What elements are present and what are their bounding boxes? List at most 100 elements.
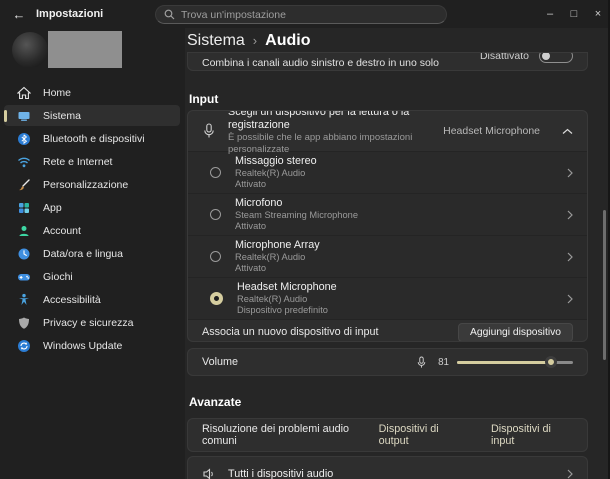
sidebar-item-label: Windows Update [43,339,123,352]
titlebar: ← Impostazioni Trova un'impostazione – □… [0,0,610,28]
scrollbar-thumb[interactable] [603,210,606,360]
back-arrow-icon: ← [12,6,26,22]
accessibility-icon [16,292,31,307]
device-status: Dispositivo predefinito [237,305,328,315]
apps-icon [16,200,31,215]
device-row-missaggio-stereo[interactable]: Missaggio stereo Realtek(R) Audio Attiva… [188,152,587,194]
gaming-icon [16,269,31,284]
sidebar-item-account[interactable]: Account [4,220,180,241]
sidebar-item-sistema[interactable]: Sistema [4,105,180,126]
device-status: Attivato [235,263,267,273]
input-device-picker-header[interactable]: Scegli un dispositivo per la lettura o l… [188,110,587,155]
sidebar-nav: Home Sistema Bluetooth e dispositivi Ret… [0,28,185,479]
sidebar-item-home[interactable]: Home [4,82,180,103]
page-title: Audio [265,32,311,49]
chevron-up-icon[interactable] [562,128,573,135]
radio-button[interactable] [210,292,223,305]
input-device-picker-card: Scegli un dispositivo per la lettura o l… [187,110,588,342]
picker-selected-value: Headset Microphone [443,125,540,137]
settings-window: ← Impostazioni Trova un'impostazione – □… [0,0,610,479]
search-placeholder: Trova un'impostazione [181,8,286,21]
sidebar-item-privacy[interactable]: Privacy e sicurezza [4,312,180,333]
settings-scroll-region[interactable]: Combina i canali audio sinistro e destro… [187,52,590,479]
device-driver: Realtek(R) Audio [235,251,306,262]
sidebar-item-label: Data/ora e lingua [43,247,123,260]
breadcrumb-parent[interactable]: Sistema [187,32,245,50]
radio-button[interactable] [210,209,221,220]
device-driver: Realtek(R) Audio [235,167,306,178]
datetime-icon [16,246,31,261]
sidebar-item-label: Rete e Internet [43,155,113,168]
system-icon [16,108,31,123]
device-status: Attivato [235,179,267,189]
volume-value: 81 [438,356,449,368]
sidebar-item-windows-update[interactable]: Windows Update [4,335,180,356]
slider-thumb[interactable] [544,356,557,368]
chevron-right-icon[interactable] [567,168,573,178]
picker-title: Scegli un dispositivo per la lettura o l… [228,110,410,131]
advanced-section-label: Avanzate [189,395,242,409]
network-icon [16,154,31,169]
device-row-headset-microphone[interactable]: Headset Microphone Realtek(R) Audio Disp… [188,278,587,320]
search-icon [164,9,175,20]
mic-volume-icon [416,356,427,369]
sidebar-item-label: Bluetooth e dispositivi [43,132,145,145]
sidebar-item-label: Account [43,224,81,237]
pair-device-row: Associa un nuovo dispositivo di input Ag… [188,320,587,341]
sidebar-item-label: Giochi [43,270,73,283]
mono-audio-row[interactable]: Combina i canali audio sinistro e destro… [187,52,588,71]
breadcrumb: Sistema › Audio [187,32,310,50]
sidebar-item-bluetooth[interactable]: Bluetooth e dispositivi [4,128,180,149]
add-device-button[interactable]: Aggiungi dispositivo [457,322,573,341]
device-row-microfono[interactable]: Microfono Steam Streaming Microphone Att… [188,194,587,236]
input-devices-link[interactable]: Dispositivi di input [491,423,573,447]
volume-slider[interactable] [457,356,573,368]
sidebar-item-personalizzazione[interactable]: Personalizzazione [4,174,180,195]
pair-device-label: Associa un nuovo dispositivo di input [202,326,379,338]
device-name: Missaggio stereo [235,154,317,167]
sidebar-item-label: Privacy e sicurezza [43,316,134,329]
device-row-microphone-array[interactable]: Microphone Array Realtek(R) Audio Attiva… [188,236,587,278]
device-list: Missaggio stereo Realtek(R) Audio Attiva… [188,151,587,320]
account-icon [16,223,31,238]
radio-button[interactable] [210,167,221,178]
bluetooth-icon [16,131,31,146]
device-driver: Steam Streaming Microphone [235,209,358,220]
close-button[interactable]: × [586,0,610,28]
window-controls: – □ × [538,0,610,28]
back-button[interactable]: ← [6,3,32,25]
sidebar-item-app[interactable]: App [4,197,180,218]
device-name: Headset Microphone [237,280,337,293]
device-name: Microphone Array [235,238,320,251]
device-status: Attivato [235,221,267,231]
mono-toggle[interactable] [539,53,573,63]
volume-row: Volume 81 [187,348,588,376]
mono-audio-label: Combina i canali audio sinistro e destro… [202,56,439,69]
output-devices-link[interactable]: Dispositivi di output [379,423,467,447]
sidebar: Home Sistema Bluetooth e dispositivi Ret… [0,28,185,479]
breadcrumb-separator: › [252,33,258,48]
chevron-right-icon[interactable] [567,252,573,262]
chevron-right-icon[interactable] [567,210,573,220]
sidebar-item-label: Accessibilità [43,293,101,306]
sidebar-item-rete[interactable]: Rete e Internet [4,151,180,172]
radio-button[interactable] [210,251,221,262]
chevron-right-icon[interactable] [567,294,573,304]
all-audio-devices-row[interactable]: Tutti i dispositivi audio [187,456,588,479]
search-input[interactable]: Trova un'impostazione [155,5,447,24]
sidebar-item-giochi[interactable]: Giochi [4,266,180,287]
device-driver: Realtek(R) Audio [237,293,308,304]
vertical-scrollbar[interactable] [603,28,607,479]
sidebar-item-label: Sistema [43,109,81,122]
troubleshoot-row: Risoluzione dei problemi audio comuni Di… [187,418,588,452]
sidebar-item-label: App [43,201,62,214]
sidebar-item-accessibilita[interactable]: Accessibilità [4,289,180,310]
device-name: Microfono [235,196,283,209]
sidebar-item-label: Personalizzazione [43,178,129,191]
input-section-label: Input [189,92,219,106]
app-title: Impostazioni [36,8,104,20]
minimize-button[interactable]: – [538,0,562,28]
maximize-button[interactable]: □ [562,0,586,28]
sidebar-item-data-ora[interactable]: Data/ora e lingua [4,243,180,264]
chevron-right-icon[interactable] [567,469,573,479]
